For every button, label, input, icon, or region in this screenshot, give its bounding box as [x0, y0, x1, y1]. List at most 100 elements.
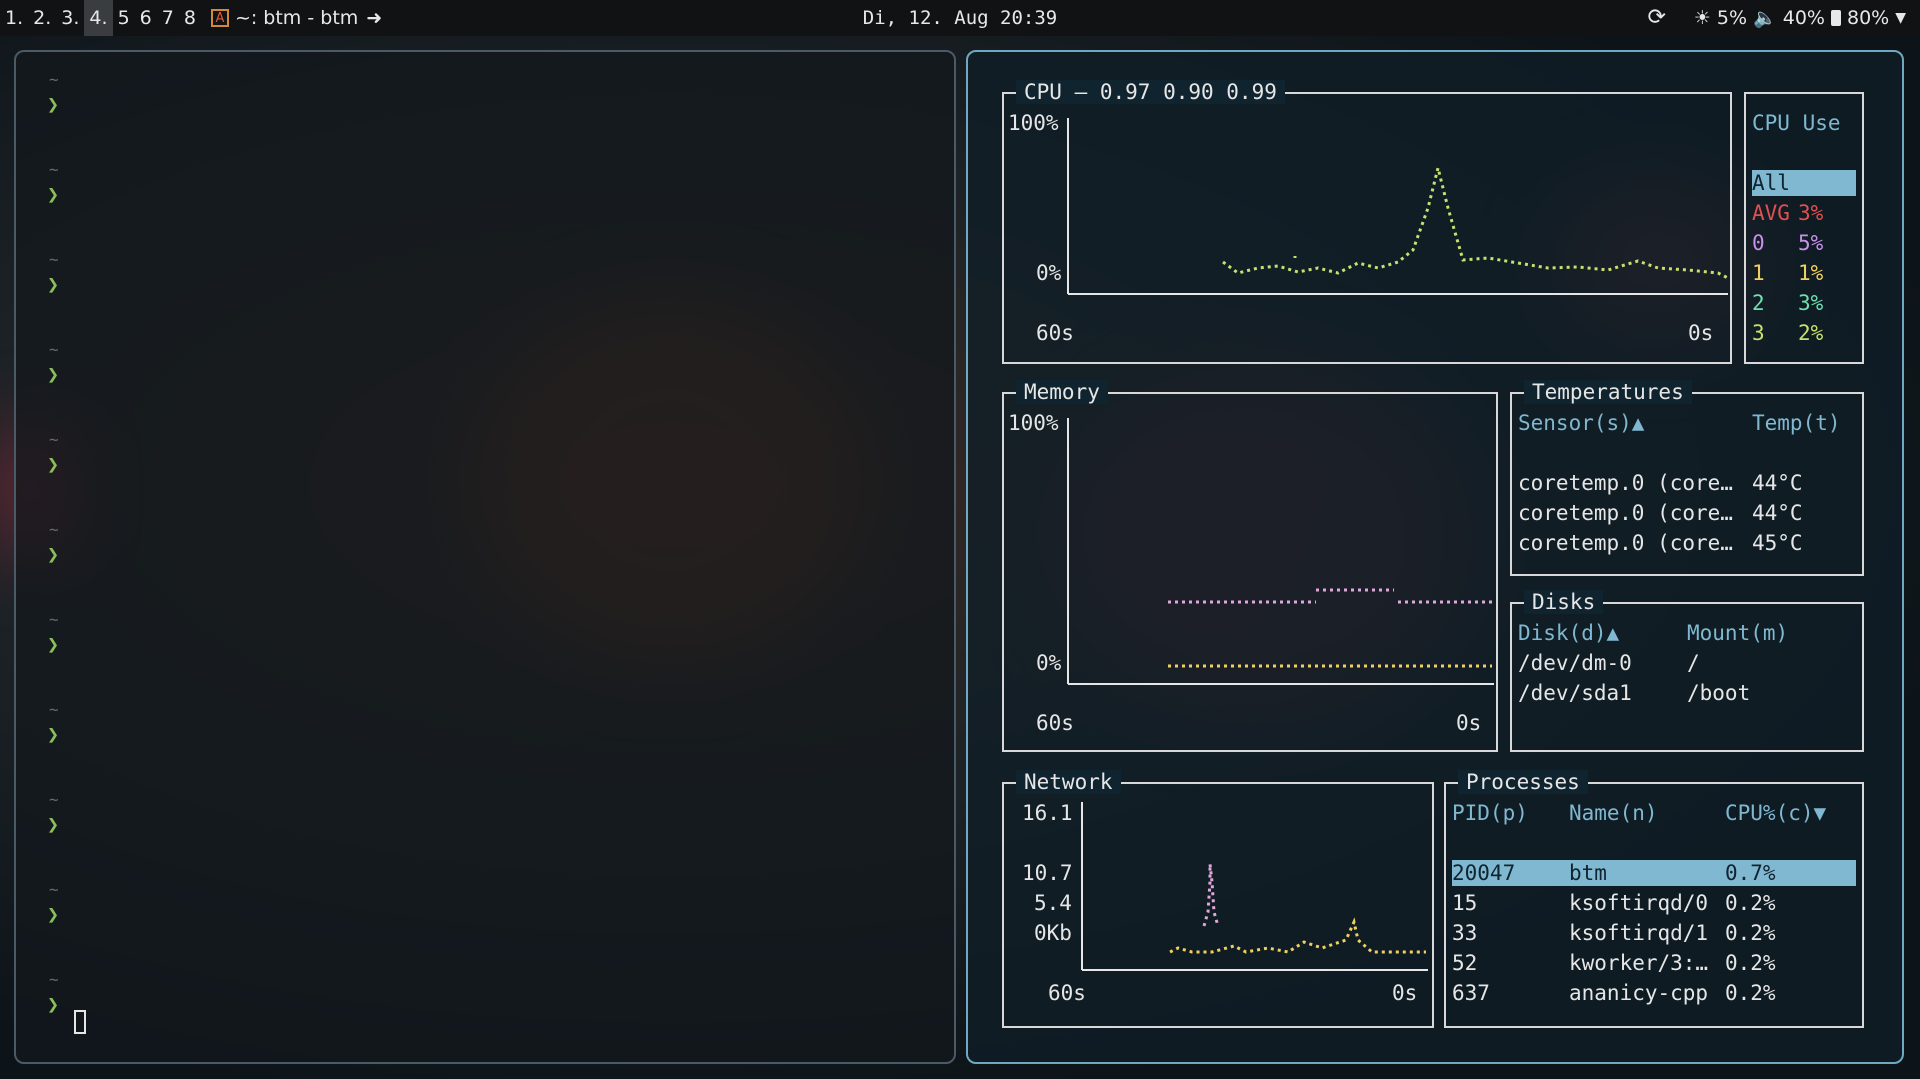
cpu-y-max: 100% — [1008, 111, 1059, 135]
memory-y-min: 0% — [1036, 651, 1062, 675]
process-name[interactable]: ananicy-cpp — [1569, 980, 1708, 1006]
disk-mount: / — [1687, 651, 1700, 675]
temp-col-temp[interactable]: Temp(t) — [1752, 410, 1841, 436]
network-x-start: 60s — [1048, 981, 1086, 1005]
text-cursor — [74, 1010, 86, 1034]
chevron-down-icon[interactable]: ▼ — [1895, 0, 1906, 36]
cpu-legend-label[interactable]: 1 — [1752, 260, 1765, 286]
memory-graph — [1067, 418, 1494, 685]
prompt-symbol: ❯ — [47, 182, 60, 206]
memory-x-end: 0s — [1456, 711, 1482, 735]
temp-sensor-name: coretemp.0 (core… — [1518, 501, 1733, 525]
memory-widget[interactable]: Memory 100% 0% 60s 0s — [1002, 380, 1498, 752]
clock[interactable]: Di, 12. Aug 20:39 — [0, 0, 1920, 36]
cpu-legend-value: 5% — [1798, 231, 1824, 255]
prompt-symbol: ❯ — [47, 542, 60, 566]
disk-mount: /boot — [1687, 681, 1751, 705]
disks-widget[interactable]: Disks Disk(d)▲ Mount(m) /dev/dm-0 / /dev/s… — [1510, 590, 1864, 752]
processes-title: Processes — [1458, 770, 1588, 794]
prompt-symbol: ❯ — [47, 632, 60, 656]
temp-value: 44°C — [1752, 501, 1803, 525]
terminal-left[interactable]: ~ ❯ ~ ❯ ~ ❯ ~ ❯ ~ ❯ ~ ❯ ~ ❯ ~ ❯ ~ ❯ ~ ❯ ~ ❯ — [14, 50, 956, 1064]
proc-col-cpu[interactable]: CPU%(c)▼ — [1725, 800, 1826, 826]
prompt-directory-tilde: ~ — [49, 790, 59, 809]
temp-value: 45°C — [1752, 531, 1803, 555]
cpu-widget[interactable]: CPU — 0.97 0.90 0.99 100% 0% 60s 0s — [1002, 80, 1732, 364]
cpu-legend-widget[interactable]: CPU Use All AVG 3% 0 5% 1 1% 2 3% 3 2% — [1744, 92, 1864, 364]
disks-title: Disks — [1524, 590, 1604, 614]
cpu-y-min: 0% — [1036, 261, 1062, 285]
disk-col-disk[interactable]: Disk(d)▲ — [1518, 620, 1619, 646]
battery-icon[interactable] — [1830, 10, 1841, 26]
prompt-directory-tilde: ~ — [49, 340, 59, 359]
process-cpu: 0.2% — [1725, 951, 1776, 975]
process-cpu: 0.2% — [1725, 921, 1776, 945]
prompt-directory-tilde: ~ — [49, 520, 59, 539]
cpu-legend-value: 3% — [1798, 201, 1824, 225]
proc-col-name[interactable]: Name(n) — [1569, 800, 1658, 826]
temp-value: 44°C — [1752, 471, 1803, 495]
process-pid: 33 — [1452, 921, 1478, 945]
process-cpu: 0.7% — [1725, 861, 1776, 885]
proc-col-pid[interactable]: PID(p) — [1452, 800, 1528, 826]
volume-value: 40% — [1782, 7, 1825, 29]
terminal-right-btm[interactable]: CPU — 0.97 0.90 0.99 100% 0% 60s 0s CPU … — [966, 50, 1904, 1064]
memory-x-start: 60s — [1036, 711, 1074, 735]
network-y-label-1: 16.1 — [1022, 801, 1073, 825]
network-rx-line — [1202, 863, 1220, 927]
network-y-label-2: 10.7 — [1022, 861, 1073, 885]
cpu-x-end: 0s — [1688, 321, 1714, 345]
sync-icon[interactable]: ⟳ — [1647, 0, 1665, 36]
memory-y-max: 100% — [1008, 411, 1059, 435]
volume-icon[interactable]: 🔈 — [1753, 0, 1777, 36]
network-y-label-3: 5.4 — [1034, 891, 1072, 915]
disk-name: /dev/dm-0 — [1518, 651, 1632, 675]
memory-title: Memory — [1016, 380, 1108, 404]
network-tx-line — [1169, 917, 1426, 954]
network-x-end: 0s — [1392, 981, 1418, 1005]
network-graph — [1081, 802, 1428, 971]
cpu-legend-value: 3% — [1798, 291, 1824, 315]
cpu-graph — [1067, 118, 1729, 295]
cpu-legend-label[interactable]: 3 — [1752, 320, 1765, 346]
cpu-legend-label[interactable]: AVG — [1752, 200, 1790, 226]
processes-widget[interactable]: Processes PID(p) Name(n) CPU%(c)▼ 20047 b… — [1444, 770, 1864, 1028]
brightness-icon[interactable]: ☀ — [1694, 0, 1711, 36]
top-bar: 1. 2. 3. 4. 5 6 7 8 A ~: btm - btm ➜ Di,… — [0, 0, 1920, 36]
prompt-directory-tilde: ~ — [49, 700, 59, 719]
process-name[interactable]: btm — [1569, 860, 1607, 886]
process-cpu: 0.2% — [1725, 891, 1776, 915]
cpu-legend-label[interactable]: 2 — [1752, 290, 1765, 316]
prompt-directory-tilde: ~ — [49, 250, 59, 269]
prompt-symbol: ❯ — [47, 902, 60, 926]
process-pid: 20047 — [1452, 861, 1516, 885]
process-name[interactable]: ksoftirqd/0 — [1569, 890, 1708, 916]
cpu-legend-title: CPU Use — [1752, 111, 1841, 135]
disk-col-mount[interactable]: Mount(m) — [1687, 620, 1788, 646]
process-name[interactable]: ksoftirqd/1 — [1569, 920, 1708, 946]
prompt-symbol: ❯ — [47, 92, 60, 116]
disk-name: /dev/sda1 — [1518, 681, 1632, 705]
process-pid: 637 — [1452, 981, 1490, 1005]
status-area: ⟳ ☀ 5% 🔈 40% 80% ▼ — [1647, 0, 1906, 36]
network-y-label-4: 0Kb — [1034, 921, 1072, 945]
cpu-legend-label[interactable]: 0 — [1752, 230, 1765, 256]
temp-sensor-name: coretemp.0 (core… — [1518, 471, 1733, 495]
prompt-directory-tilde: ~ — [49, 880, 59, 899]
prompt-symbol: ❯ — [47, 812, 60, 836]
prompt-directory-tilde: ~ — [49, 970, 59, 989]
temp-sensor-name: coretemp.0 (core… — [1518, 531, 1733, 555]
network-widget[interactable]: Network 16.1 10.7 5.4 0Kb 60s 0s — [1002, 770, 1434, 1028]
temp-col-sensor[interactable]: Sensor(s)▲ — [1518, 410, 1644, 436]
prompt-directory-tilde: ~ — [49, 430, 59, 449]
prompt-symbol: ❯ — [47, 452, 60, 476]
process-name[interactable]: kworker/3:… — [1569, 950, 1708, 976]
prompt-symbol: ❯ — [47, 362, 60, 386]
temperatures-widget[interactable]: Temperatures Sensor(s)▲ Temp(t) coretemp… — [1510, 380, 1864, 576]
process-pid: 15 — [1452, 891, 1478, 915]
cpu-legend-value: 1% — [1798, 261, 1824, 285]
brightness-value: 5% — [1716, 7, 1748, 29]
cpu-legend-all-label: All — [1752, 171, 1790, 195]
process-cpu: 0.2% — [1725, 981, 1776, 1005]
cpu-legend-value: 2% — [1798, 321, 1824, 345]
